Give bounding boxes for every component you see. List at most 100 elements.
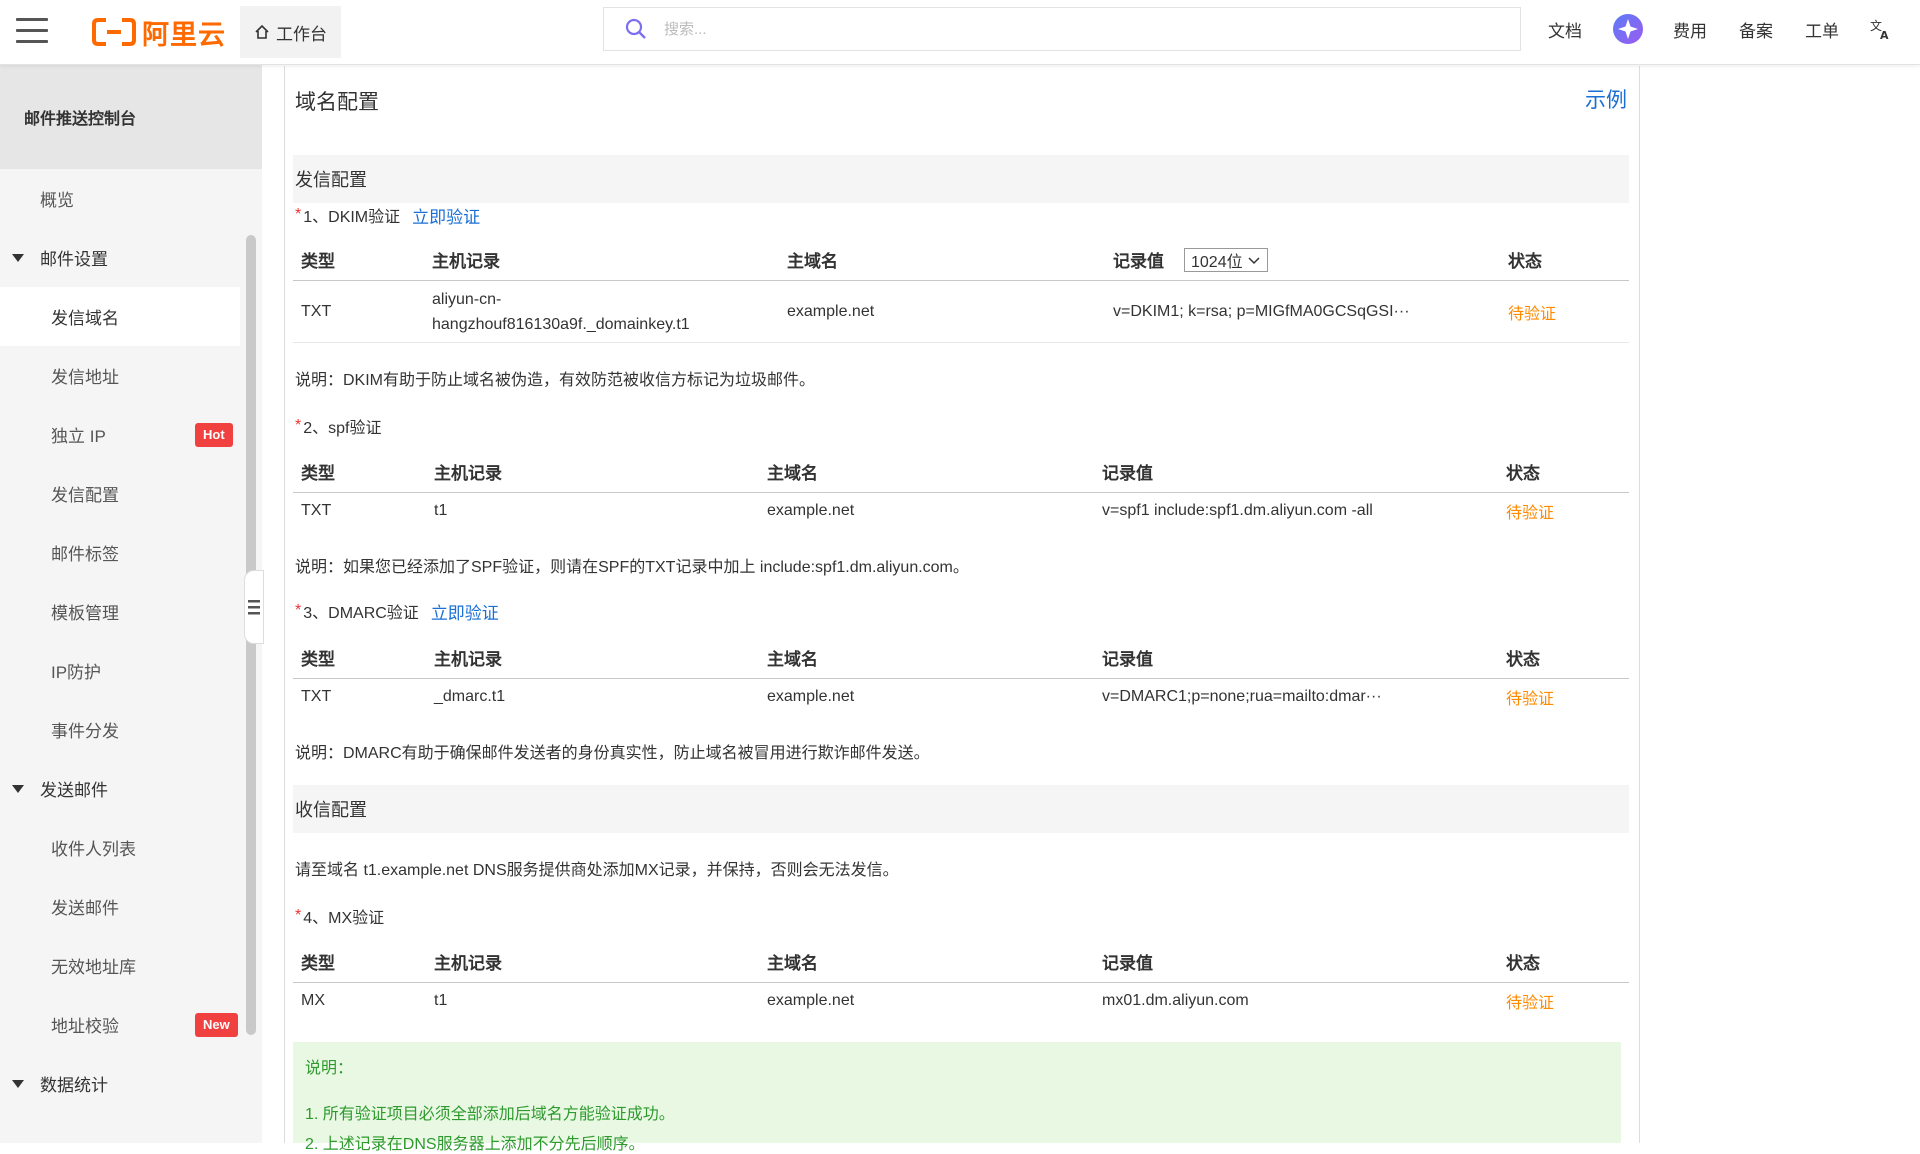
dmarc-label: * 3、DMARC验证 立即验证 [295, 599, 499, 623]
ticket-link[interactable]: 工单 [1805, 0, 1839, 58]
record-value: v=spf1 include:spf1.dm.aliyun.com -all [1102, 502, 1373, 519]
col-type: 类型 [301, 252, 335, 271]
col-value-label: 记录值 [1113, 252, 1164, 271]
sidebar-item-label: 模板管理 [51, 604, 119, 623]
icp-link[interactable]: 备案 [1739, 0, 1773, 58]
sidebar-item-sending-domain[interactable]: 发信域名 [0, 287, 240, 346]
tip-line-2: 2. 上述记录在DNS服务器上添加不分先后顺序。 [305, 1136, 645, 1153]
sidebar-item-invalid-address-db[interactable]: 无效地址库 [0, 936, 240, 995]
top-bar: 阿里云 工作台 文档 费用 备案 工单 文 A [0, 0, 1920, 65]
col-host: 主机记录 [434, 954, 502, 973]
mx-label: * 4、MX验证 [295, 904, 384, 928]
home-icon [255, 24, 269, 39]
sidebar-item-ip-protection[interactable]: IP防护 [0, 641, 240, 700]
required-mark: * [295, 206, 302, 223]
record-host-line2: hangzhouf816130a9f._domainkey.t1 [432, 315, 690, 333]
sidebar-item-sending-config[interactable]: 发信配置 [0, 464, 240, 523]
sidebar-item-label: 发信域名 [51, 309, 119, 328]
col-type: 类型 [301, 650, 335, 669]
menu-icon[interactable] [16, 18, 48, 44]
spf-note: 说明：如果您已经添加了SPF验证，则请在SPF的TXT记录中加上 include… [295, 559, 969, 576]
sidebar-item-dedicated-ip[interactable]: 独立 IP Hot [0, 405, 240, 464]
col-value: 记录值 1024位 [1113, 239, 1268, 280]
spf-table-header: 类型 主机记录 主域名 记录值 状态 [293, 451, 1629, 493]
aliyun-logo-icon [92, 18, 136, 46]
spf-label: * 2、spf验证 [295, 414, 381, 438]
search-input[interactable] [664, 20, 1464, 38]
sidebar-item-label: 无效地址库 [51, 958, 136, 977]
ai-assistant-icon[interactable] [1612, 0, 1644, 58]
sidebar-item-label: 独立 IP [51, 427, 106, 446]
sidebar-item-event-dispatch[interactable]: 事件分发 [0, 700, 240, 759]
workbench-label: 工作台 [276, 24, 327, 44]
col-host: 主机记录 [434, 650, 502, 669]
new-badge: New [195, 1012, 238, 1037]
domain-config-panel: 域名配置 示例 发信配置 * 1、DKIM验证 立即验证 类型 主机记录 主域名… [284, 66, 1640, 1153]
spf-label-text: 2、spf验证 [303, 420, 382, 437]
sidebar-item-send-mail[interactable]: 发送邮件 [0, 877, 240, 936]
docs-link[interactable]: 文档 [1548, 0, 1582, 58]
col-domain: 主域名 [767, 954, 818, 973]
col-domain: 主域名 [787, 252, 838, 271]
record-type: TXT [301, 302, 332, 320]
sidebar-item-label: IP防护 [51, 663, 102, 682]
dkim-label: * 1、DKIM验证 立即验证 [295, 203, 480, 227]
record-type: TXT [301, 502, 332, 519]
sidebar-item-mail-tags[interactable]: 邮件标签 [0, 523, 240, 582]
dkim-label-text: 1、DKIM验证 [303, 209, 401, 226]
dkim-table-row: TXT aliyun-cn- hangzhouf816130a9f._domai… [293, 281, 1629, 343]
record-host: _dmarc.t1 [434, 688, 506, 705]
col-value: 记录值 [1102, 954, 1153, 973]
status-pending: 待验证 [1506, 505, 1555, 522]
sidebar-collapse-handle[interactable] [244, 570, 264, 644]
sidebar-item-recipient-list[interactable]: 收件人列表 [0, 818, 240, 877]
col-domain: 主域名 [767, 650, 818, 669]
record-value: mx01.dm.aliyun.com [1102, 992, 1249, 1009]
col-status: 状态 [1506, 464, 1540, 483]
record-domain: example.net [767, 992, 855, 1009]
example-link[interactable]: 示例 [1585, 84, 1627, 114]
col-host: 主机记录 [432, 252, 500, 271]
aliyun-logo[interactable]: 阿里云 [92, 12, 226, 52]
dkim-verify-link[interactable]: 立即验证 [412, 203, 480, 228]
sidebar-group-statistics[interactable]: 数据统计 [0, 1054, 240, 1113]
sidebar-item-template-management[interactable]: 模板管理 [0, 582, 240, 641]
caret-down-icon [12, 784, 24, 793]
receive-config-section-header: 收信配置 [293, 785, 1629, 833]
status-pending: 待验证 [1508, 305, 1557, 323]
record-host: aliyun-cn- hangzhouf816130a9f._domainkey… [432, 281, 690, 342]
sidebar-item-label: 发送邮件 [51, 899, 119, 918]
sidebar-item-address-verification[interactable]: 地址校验 New [0, 995, 240, 1054]
required-mark: * [295, 417, 302, 434]
sidebar-item-sending-address[interactable]: 发信地址 [0, 346, 240, 405]
sidebar-group-send-mail[interactable]: 发送邮件 [0, 759, 240, 818]
verification-tip-box: 说明： 1. 所有验证项目必须全部添加后域名方能验证成功。 2. 上述记录在DN… [293, 1042, 1621, 1153]
sidebar-item-label: 邮件设置 [40, 250, 108, 269]
workbench-button[interactable]: 工作台 [240, 6, 341, 58]
chevron-down-icon [1248, 256, 1260, 264]
billing-link[interactable]: 费用 [1673, 0, 1707, 58]
record-domain: example.net [787, 302, 875, 320]
caret-down-icon [12, 253, 24, 262]
search-box[interactable] [603, 7, 1521, 51]
sidebar-item-label: 地址校验 [51, 1017, 119, 1036]
status-pending: 待验证 [1506, 691, 1555, 708]
sidebar-item-overview[interactable]: 概览 [0, 169, 240, 228]
svg-text:A: A [1880, 29, 1889, 40]
record-domain: example.net [767, 688, 855, 705]
dmarc-verify-link[interactable]: 立即验证 [431, 599, 499, 624]
language-icon[interactable]: 文 A [1870, 0, 1892, 58]
sidebar-item-label: 事件分发 [51, 722, 119, 741]
key-length-select[interactable]: 1024位 [1184, 247, 1268, 272]
col-domain: 主域名 [767, 464, 818, 483]
sidebar-group-mail-settings[interactable]: 邮件设置 [0, 228, 240, 287]
sidebar: 邮件推送控制台 概览 邮件设置 发信域名 发信地址 独立 IP Hot 发信配置… [0, 65, 262, 1143]
record-host-line1: aliyun-cn- [432, 290, 502, 308]
sidebar-item-label: 发信配置 [51, 486, 119, 505]
dmarc-table-header: 类型 主机记录 主域名 记录值 状态 [293, 637, 1629, 679]
receive-note: 请至域名 t1.example.net DNS服务提供商处添加MX记录，并保持，… [295, 862, 899, 879]
key-length-value: 1024位 [1191, 253, 1243, 271]
required-mark: * [295, 907, 302, 924]
dkim-table-header: 类型 主机记录 主域名 记录值 1024位 状态 [293, 239, 1629, 281]
sidebar-item-label: 发信地址 [51, 368, 119, 387]
